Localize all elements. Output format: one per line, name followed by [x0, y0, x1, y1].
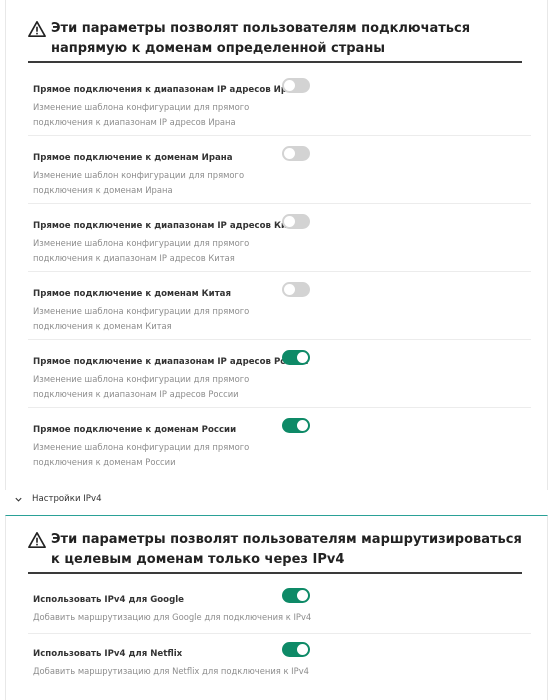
- setting-china-domains: Прямое подключение к доменам Китая Измен…: [28, 282, 531, 340]
- direct-section-heading-text: Эти параметры позволят пользователям под…: [51, 21, 471, 56]
- toggle-china-ip[interactable]: [282, 214, 310, 229]
- ipv4-settings-label: Настройки IPv4: [32, 494, 102, 504]
- toggle-knob: [297, 644, 308, 655]
- setting-iran-ip: Прямое подключения к диапазонам IP адрес…: [28, 78, 531, 136]
- ipv4-routing-panel: Эти параметры позволят пользователям мар…: [5, 515, 548, 700]
- toggle-ipv4-google[interactable]: [282, 588, 310, 603]
- toggle-russia-domains[interactable]: [282, 418, 310, 433]
- setting-title: Прямое подключение к доменам Китая: [33, 289, 232, 299]
- ipv4-settings-collapser[interactable]: Настройки IPv4: [14, 494, 102, 504]
- warning-icon: [28, 531, 46, 549]
- setting-description: Изменение шаблона конфигурации для прямо…: [33, 238, 250, 263]
- setting-ipv4-google: Использовать IPv4 для Google Добавить ма…: [28, 588, 531, 634]
- heading-divider: [28, 572, 522, 574]
- heading-divider: [28, 61, 522, 63]
- toggle-knob: [284, 148, 295, 159]
- setting-title: Прямое подключение к диапазонам IP адрес…: [33, 357, 309, 367]
- setting-title: Прямое подключение к доменам Ирана: [33, 153, 233, 163]
- direct-connection-panel: Эти параметры позволят пользователям под…: [5, 0, 548, 490]
- ipv4-section-heading-text: Эти параметры позволят пользователям мар…: [51, 532, 522, 567]
- setting-iran-domains: Прямое подключение к доменам Ирана Измен…: [28, 146, 531, 204]
- toggle-china-domains[interactable]: [282, 282, 310, 297]
- toggle-iran-ip[interactable]: [282, 78, 310, 93]
- toggle-knob: [297, 590, 308, 601]
- setting-description: Добавить маршрутизацию для Netflix для п…: [33, 666, 309, 676]
- direct-section-heading: Эти параметры позволят пользователям под…: [28, 19, 522, 59]
- toggle-knob: [284, 80, 295, 91]
- setting-title: Прямое подключение к доменам России: [33, 425, 237, 435]
- setting-description: Добавить маршрутизацию для Google для по…: [33, 612, 312, 622]
- toggle-ipv4-netflix[interactable]: [282, 642, 310, 657]
- toggle-knob: [284, 216, 295, 227]
- toggle-knob: [284, 284, 295, 295]
- setting-description: Изменение шаблон конфигурации для прямог…: [33, 170, 245, 195]
- toggle-knob: [297, 352, 308, 363]
- toggle-russia-ip[interactable]: [282, 350, 310, 365]
- setting-description: Изменение шаблона конфигурации для прямо…: [33, 374, 250, 399]
- setting-china-ip: Прямое подключение к диапазонам IP адрес…: [28, 214, 531, 272]
- toggle-iran-domains[interactable]: [282, 146, 310, 161]
- setting-russia-ip: Прямое подключение к диапазонам IP адрес…: [28, 350, 531, 408]
- setting-description: Изменение шаблона конфигурации для прямо…: [33, 442, 250, 467]
- setting-title: Прямое подключения к диапазонам IP адрес…: [33, 85, 305, 95]
- toggle-knob: [297, 420, 308, 431]
- chevron-down-icon: [15, 497, 22, 502]
- setting-description: Изменение шаблона конфигурации для прямо…: [33, 102, 250, 127]
- setting-russia-domains: Прямое подключение к доменам России Изме…: [28, 418, 531, 476]
- setting-title: Использовать IPv4 для Google: [33, 595, 184, 605]
- setting-title: Прямое подключение к диапазонам IP адрес…: [33, 221, 304, 231]
- ipv4-section-heading: Эти параметры позволят пользователям мар…: [28, 530, 522, 570]
- setting-title: Использовать IPv4 для Netflix: [33, 649, 183, 659]
- setting-description: Изменение шаблона конфигурации для прямо…: [33, 306, 250, 331]
- settings-page: Эти параметры позволят пользователям под…: [0, 0, 559, 700]
- setting-ipv4-netflix: Использовать IPv4 для Netflix Добавить м…: [28, 642, 531, 688]
- warning-icon: [28, 20, 46, 38]
